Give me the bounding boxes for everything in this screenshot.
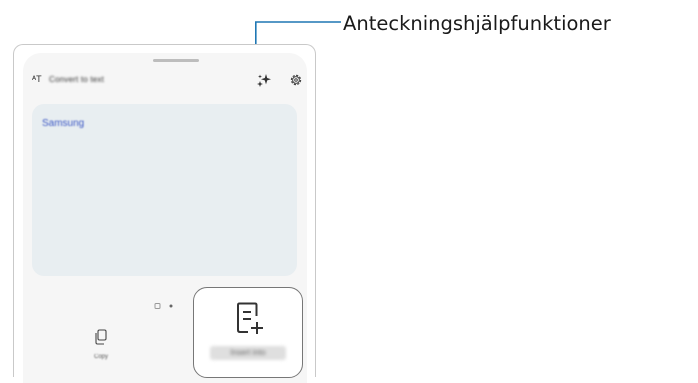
converted-text: Samsung [42,118,85,129]
gear-icon[interactable] [289,73,303,87]
insert-into-note-button[interactable]: Insert into [193,287,303,378]
drag-handle[interactable] [153,59,199,62]
copy-label: Copy [93,354,108,360]
copy-icon [95,329,107,345]
insert-into-label: Insert into [210,346,286,360]
note-assist-sparkle-icon[interactable] [256,73,272,89]
panel-title: Convert to text [49,75,105,84]
copy-button[interactable]: Copy [81,329,121,363]
note-add-icon [235,302,265,336]
text-convert-icon: ᴬT [32,74,42,84]
callout-label: Anteckningshjälpfunktioner [343,12,611,35]
page-indicator [154,297,178,309]
converted-text-area[interactable]: Samsung [32,104,297,276]
